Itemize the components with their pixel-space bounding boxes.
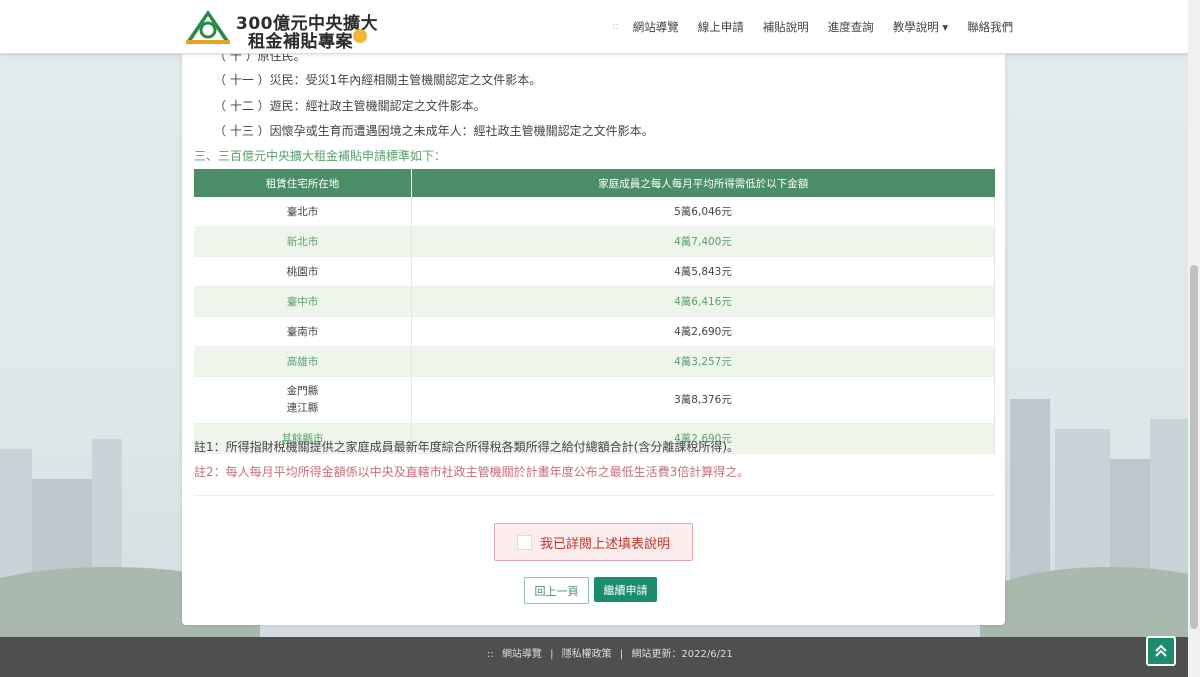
area-cell: 桃園市: [194, 256, 412, 287]
logo-mark-icon: [186, 10, 230, 44]
nav-apply-online[interactable]: 線上申請: [698, 19, 744, 35]
footer-divider: |: [619, 649, 624, 660]
divider: [194, 495, 995, 496]
amount-cell: 3萬8,376元: [411, 376, 995, 424]
site-footer: :: 網站導覽 | 隱私權政策 | 網站更新：2022/6/21: [0, 637, 1200, 677]
note-1: 註1：所得指財稅機關提供之家庭成員最新年度綜合所得稅各類所得之給付總額合計(含分…: [194, 440, 740, 454]
continue-apply-button[interactable]: 繼續申請: [594, 577, 657, 602]
back-to-top-button[interactable]: [1146, 636, 1176, 666]
table-row: 金門縣 連江縣 3萬8,376元: [194, 376, 995, 424]
area-cell: 臺中市: [194, 286, 412, 317]
income-standard-table: 租賃住宅所在地 家庭成員之每人每月平均所得需低於以下金額 臺北市 5萬6,046…: [194, 169, 995, 454]
item-13: （ 十三 ）因懷孕或生育而遭遇困境之未成年人：經社政主管機關認定之文件影本。: [214, 124, 654, 138]
nav-subsidy-info[interactable]: 補貼說明: [763, 19, 809, 35]
amount-cell: 4萬7,400元: [411, 226, 995, 257]
amount-cell: 5萬6,046元: [411, 197, 995, 227]
section-3-heading: 三、三百億元中央擴大租金補貼申請標準如下：: [194, 149, 447, 163]
logo-title-line2: 租金補貼專案: [248, 32, 353, 52]
amount-cell: 4萬2,690元: [411, 316, 995, 347]
amount-cell: 4萬3,257元: [411, 346, 995, 377]
back-button[interactable]: 回上一頁: [524, 577, 589, 604]
double-chevron-up-icon: [1155, 644, 1167, 657]
nav-contact[interactable]: 聯絡我們: [967, 19, 1013, 35]
footer-divider: |: [550, 649, 554, 660]
main-content-card: （ 十 ）原住民。 （ 十一 ）災民：受災1年內經相關主管機關認定之文件影本。 …: [182, 49, 1005, 625]
nav-progress-query[interactable]: 進度查詢: [828, 19, 874, 35]
main-nav: :: 網站導覽 線上申請 補貼說明 進度查詢 教學說明 ▾ 聯絡我們: [612, 0, 1032, 53]
table-row: 臺北市 5萬6,046元: [194, 197, 995, 227]
confirm-read-checkbox[interactable]: 我已詳閱上述填表說明: [494, 523, 693, 561]
area-kinmen: 金門縣: [286, 385, 319, 397]
nav-accesskey[interactable]: ::: [612, 21, 619, 32]
area-cell: 臺北市: [194, 197, 412, 227]
area-lienchiang: 連江縣: [286, 402, 319, 414]
table-row: 新北市 4萬7,400元: [194, 226, 995, 257]
amount-cell: 4萬5,843元: [411, 256, 995, 287]
site-header: 300億元中央擴大 租金補貼專案 :: 網站導覽 線上申請 補貼說明 進度查詢 …: [0, 0, 1200, 54]
area-cell: 臺南市: [194, 316, 412, 347]
scrollbar-thumb[interactable]: [1190, 265, 1198, 629]
footer-sitemap-link[interactable]: 網站導覽: [502, 649, 542, 660]
table-row: 臺中市 4萬6,416元: [194, 286, 995, 317]
table-row: 高雄市 4萬3,257元: [194, 346, 995, 377]
item-12: （ 十二 ）遊民：經社政主管機關認定之文件影本。: [214, 99, 486, 113]
table-header-area: 租賃住宅所在地: [194, 169, 412, 197]
footer-updated: 網站更新：2022/6/21: [631, 649, 733, 660]
page-scrollbar[interactable]: [1188, 0, 1200, 677]
table-header-amount: 家庭成員之每人每月平均所得需低於以下金額: [411, 169, 995, 197]
note-2: 註2：每人每月平均所得金額係以中央及直轄市社政主管機關於計畫年度公布之最低生活費…: [194, 465, 750, 479]
footer-accesskey[interactable]: ::: [487, 649, 494, 660]
footer-privacy-link[interactable]: 隱私權政策: [562, 649, 612, 660]
area-cell: 金門縣 連江縣: [194, 376, 412, 424]
table-row: 臺南市 4萬2,690元: [194, 316, 995, 347]
nav-tutorial-dropdown[interactable]: 教學說明 ▾: [893, 19, 948, 35]
coin-icon: [353, 29, 367, 43]
item-11: （ 十一 ）災民：受災1年內經相關主管機關認定之文件影本。: [214, 73, 542, 87]
site-logo[interactable]: 300億元中央擴大 租金補貼專案: [186, 8, 378, 52]
checkbox-box[interactable]: [516, 534, 532, 550]
nav-sitemap[interactable]: 網站導覽: [633, 19, 679, 35]
area-cell: 高雄市: [194, 346, 412, 377]
amount-cell: 4萬6,416元: [411, 286, 995, 317]
area-cell: 新北市: [194, 226, 412, 257]
table-row: 桃園市 4萬5,843元: [194, 256, 995, 287]
confirm-label: 我已詳閱上述填表說明: [539, 536, 670, 552]
